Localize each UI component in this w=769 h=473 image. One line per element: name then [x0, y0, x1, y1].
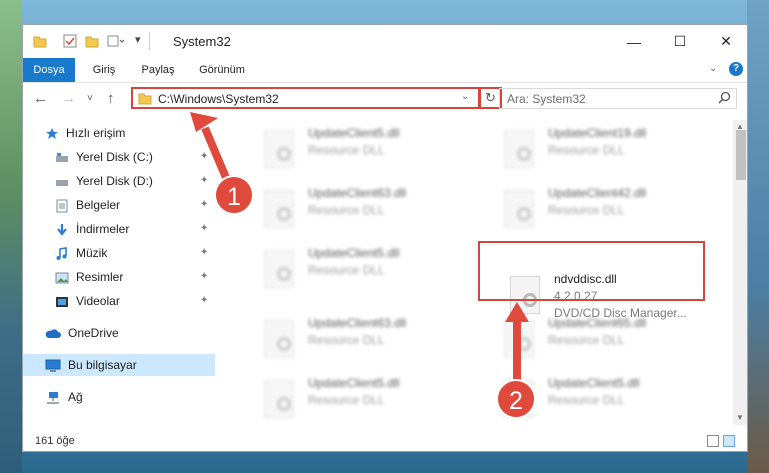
step-1-badge: 1 — [214, 175, 254, 215]
step-2-badge: 2 — [496, 379, 536, 419]
arrow-2-head — [505, 302, 529, 322]
annotation-arrows — [190, 112, 529, 395]
